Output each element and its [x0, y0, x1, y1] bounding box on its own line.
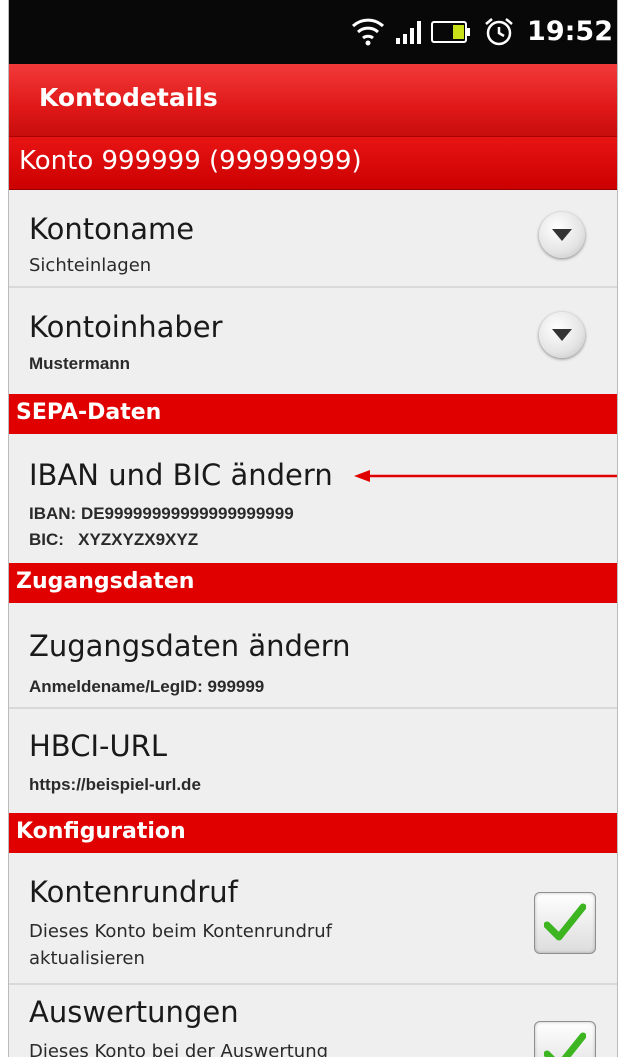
account-header: Konto 999999 (99999999) [9, 136, 617, 190]
zugangsdaten-row[interactable]: Zugangsdaten ändern Anmeldename/LegID: 9… [9, 603, 617, 707]
dropdown-icon [552, 229, 572, 241]
section-sepa-title: SEPA-Daten [16, 400, 162, 425]
title-bar: Kontodetails [9, 64, 617, 136]
kontoname-value: Sichteinlagen [29, 255, 152, 276]
auswertungen-description-line1: Dieses Konto bei der Auswertung [29, 1041, 329, 1057]
bic-value: BIC: XYZXYZX9XYZ [29, 530, 199, 549]
section-zugangsdaten-title: Zugangsdaten [16, 569, 195, 594]
kontenrundruf-title: Kontenrundruf [29, 875, 238, 909]
annotation-arrow [354, 470, 617, 482]
kontoname-dropdown-button[interactable] [539, 212, 585, 258]
checkmark-icon [544, 1032, 586, 1057]
status-bar: 19:52 [9, 0, 617, 64]
kontoname-row[interactable]: Kontoname Sichteinlagen [9, 188, 617, 286]
section-sepa: SEPA-Daten [9, 394, 617, 434]
kontoinhaber-row[interactable]: Kontoinhaber Mustermann [9, 288, 617, 392]
hbci-url-title: HBCI-URL [29, 729, 167, 763]
kontenrundruf-description-line1: Dieses Konto beim Kontenrundruf [29, 921, 333, 942]
hbci-url-row[interactable]: HBCI-URL https://beispiel-url.de [9, 709, 617, 813]
status-time: 19:52 [527, 16, 613, 47]
kontenrundruf-row[interactable]: Kontenrundruf Dieses Konto beim Kontenru… [9, 853, 617, 983]
app-screen: 19:52 Kontodetails Konto 999999 (9999999… [8, 0, 618, 1057]
kontoinhaber-value: Mustermann [29, 354, 131, 373]
alarm-icon [485, 18, 513, 46]
iban-value: IBAN: DE99999999999999999999 [29, 504, 294, 523]
kontenrundruf-checkbox[interactable] [534, 892, 596, 954]
section-zugangsdaten: Zugangsdaten [9, 563, 617, 603]
iban-bic-title: IBAN und BIC ändern [29, 458, 333, 492]
signal-icon [396, 21, 421, 44]
checkmark-icon [544, 903, 586, 941]
battery-icon [431, 21, 470, 43]
zugangsdaten-title: Zugangsdaten ändern [29, 629, 351, 663]
account-label: Konto 999999 (99999999) [19, 146, 362, 176]
section-konfiguration-title: Konfiguration [16, 819, 186, 844]
kontenrundruf-description-line2: aktualisieren [29, 948, 145, 969]
page-title: Kontodetails [39, 83, 218, 112]
iban-bic-row[interactable]: IBAN und BIC ändern IBAN: DE999999999999… [9, 434, 617, 560]
hbci-url-value: https://beispiel-url.de [29, 775, 201, 794]
dropdown-icon [552, 329, 572, 341]
wifi-icon [351, 18, 385, 46]
auswertungen-checkbox[interactable] [534, 1021, 596, 1057]
auswertungen-title: Auswertungen [29, 995, 239, 1029]
zugangsdaten-value: Anmeldename/LegID: 999999 [29, 677, 265, 696]
section-konfiguration: Konfiguration [9, 813, 617, 853]
kontoname-title: Kontoname [29, 212, 195, 246]
kontoinhaber-dropdown-button[interactable] [539, 312, 585, 358]
kontoinhaber-title: Kontoinhaber [29, 310, 223, 344]
auswertungen-row[interactable]: Auswertungen Dieses Konto bei der Auswer… [9, 985, 617, 1057]
